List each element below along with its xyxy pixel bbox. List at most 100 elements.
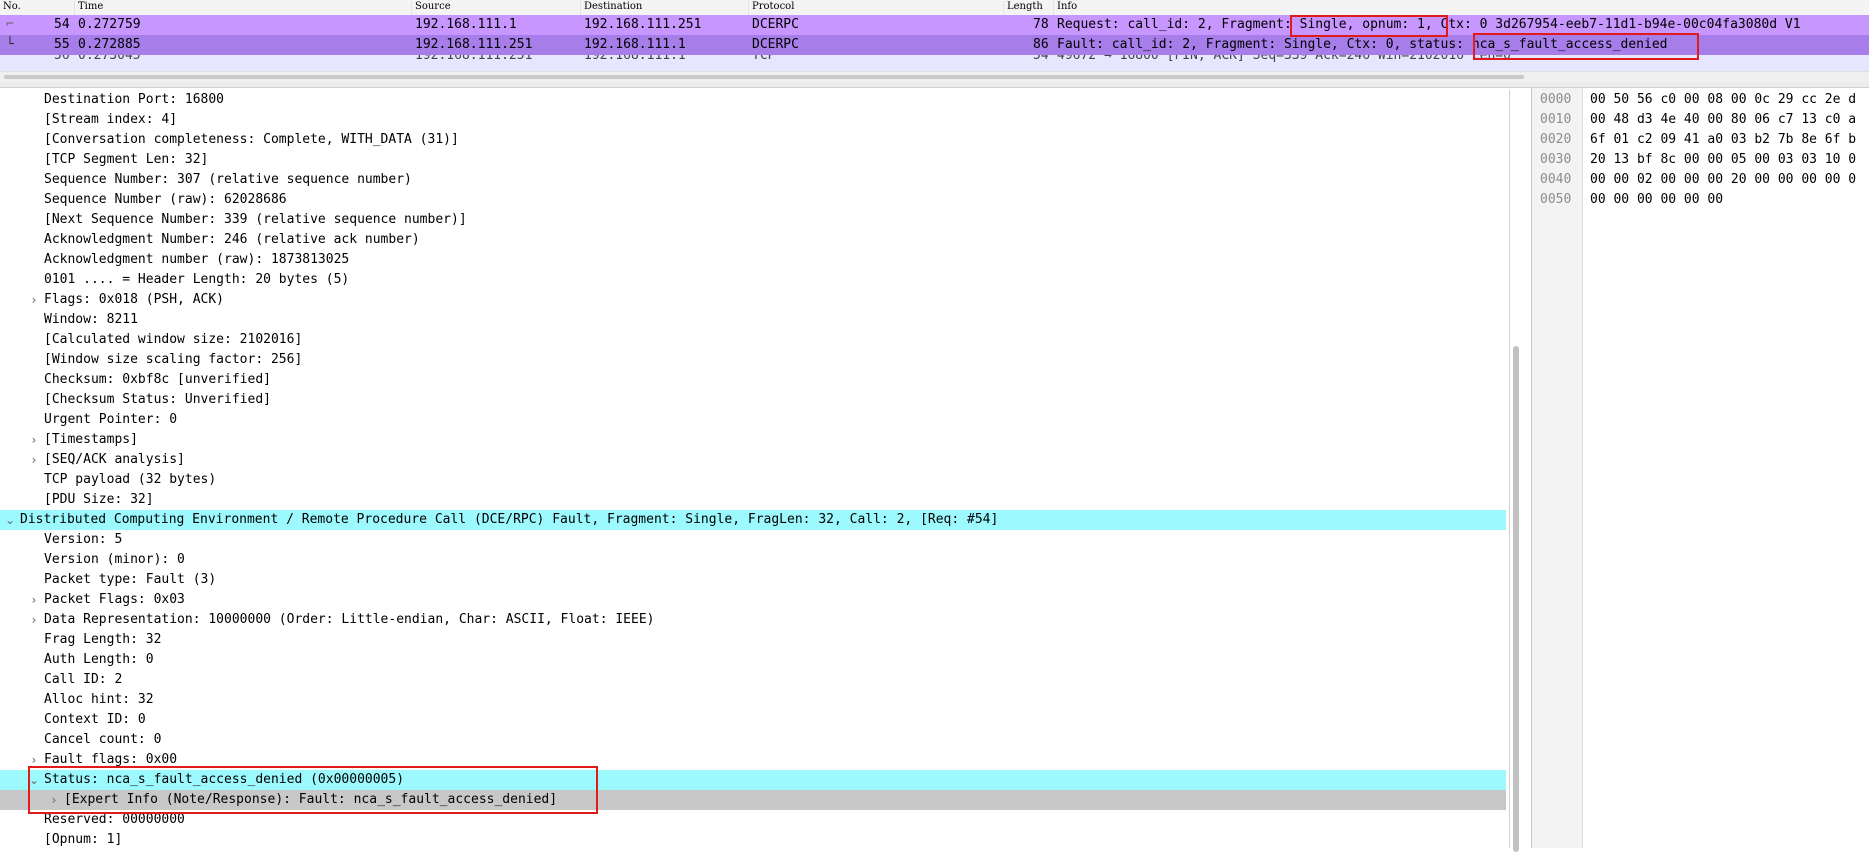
byte-hex-row[interactable]: 00 48 d3 4e 40 00 80 06 c7 13 c0 a (1590, 110, 1856, 130)
col-header-no[interactable]: No. (0, 1, 74, 15)
detail-tree-item[interactable]: [Opnum: 1] (0, 830, 1506, 848)
detail-tree-item-label: [Expert Info (Note/Response): Fault: nca… (64, 792, 558, 807)
detail-tree-item[interactable]: TCP payload (32 bytes) (0, 470, 1506, 490)
detail-tree-item[interactable]: › [Expert Info (Note/Response): Fault: nc… (0, 790, 1506, 810)
chevron-right-icon[interactable]: › (28, 290, 40, 310)
detail-tree-item[interactable]: [TCP Segment Len: 32] (0, 150, 1506, 170)
detail-tree-item-label: [Calculated window size: 2102016] (44, 332, 303, 347)
detail-tree-item-label: Version (minor): 0 (44, 552, 185, 567)
detail-tree-item[interactable]: Cancel count: 0 (0, 730, 1506, 750)
chevron-right-icon[interactable]: › (28, 750, 40, 770)
byte-offset: 0040 (1540, 172, 1572, 187)
detail-tree-item-label: Sequence Number (raw): 62028686 (44, 192, 287, 207)
detail-tree-item[interactable]: Version (minor): 0 (0, 550, 1506, 570)
col-header-time[interactable]: Time (74, 1, 411, 15)
packet-info: Fault: call_id: 2, Fragment: Single, Ctx… (1057, 37, 1668, 52)
chevron-right-icon[interactable]: › (48, 790, 60, 810)
detail-tree-item[interactable]: › Flags: 0x018 (PSH, ACK) (0, 290, 1506, 310)
byte-offset: 0010 (1540, 112, 1572, 127)
detail-tree-item[interactable]: Acknowledgment Number: 246 (relative ack… (0, 230, 1506, 250)
byte-offset: 0020 (1540, 132, 1572, 147)
detail-tree-item[interactable]: [Calculated window size: 2102016] (0, 330, 1506, 350)
byte-hex-row[interactable]: 00 00 02 00 00 00 20 00 00 00 00 0 (1590, 170, 1856, 190)
detail-tree-item-label: [Next Sequence Number: 339 (relative seq… (44, 212, 467, 227)
detail-tree-item-label: Call ID: 2 (44, 672, 123, 687)
detail-tree-item[interactable]: › Data Representation: 10000000 (Order: L… (0, 610, 1506, 630)
packet-destination: 192.168.111.251 (584, 17, 702, 32)
byte-hex-row[interactable]: 00 50 56 c0 00 08 00 0c 29 cc 2e d (1590, 90, 1856, 110)
detail-tree-item[interactable]: › Packet Flags: 0x03 (0, 590, 1506, 610)
detail-tree-item[interactable]: Alloc hint: 32 (0, 690, 1506, 710)
detail-tree-item-label: Urgent Pointer: 0 (44, 412, 178, 427)
detail-tree-item[interactable]: › [SEQ/ACK analysis] (0, 450, 1506, 470)
detail-tree-item[interactable]: [Next Sequence Number: 339 (relative seq… (0, 210, 1506, 230)
detail-tree-item[interactable]: Version: 5 (0, 530, 1506, 550)
col-header-length[interactable]: Length (1003, 1, 1053, 15)
packet-bytes-pane[interactable]: 0000 00 50 56 c0 00 08 00 0c 29 cc 2e d 00… (1531, 88, 1869, 848)
packet-info: 49672 → 16800 [FIN, ACK] Seq=339 Ack=246… (1057, 55, 1511, 63)
detail-tree-item[interactable]: [PDU Size: 32] (0, 490, 1506, 510)
byte-hex-row[interactable]: 00 00 00 00 00 00 (1590, 190, 1723, 210)
chevron-down-icon[interactable]: ⌄ (4, 510, 16, 530)
detail-tree-item-label: [Timestamps] (44, 432, 138, 447)
packet-protocol: TCP (752, 55, 776, 63)
detail-tree-item[interactable]: 0101 .... = Header Length: 20 bytes (5) (0, 270, 1506, 290)
detail-tree-item[interactable]: [Checksum Status: Unverified] (0, 390, 1506, 410)
detail-tree-item[interactable]: Window: 8211 (0, 310, 1506, 330)
detail-tree-item[interactable]: ⌄ Distributed Computing Environment / Rem… (0, 510, 1506, 530)
detail-tree-item-label: Reserved: 00000000 (44, 812, 185, 827)
detail-tree-item[interactable]: › [Timestamps] (0, 430, 1506, 450)
packet-list-header: No. Time Source Destination Protocol Len… (0, 0, 1869, 16)
detail-tree-item-label: Version: 5 (44, 532, 123, 547)
chevron-right-icon[interactable]: › (28, 430, 40, 450)
detail-tree-item-label: Frag Length: 32 (44, 632, 162, 647)
detail-tree-item[interactable]: [Stream index: 4] (0, 110, 1506, 130)
byte-hex-row[interactable]: 20 13 bf 8c 00 00 05 00 03 03 10 0 (1590, 150, 1856, 170)
packet-row[interactable]: 56 0.273045 192.168.111.251 192.168.111.… (0, 55, 1869, 71)
col-header-protocol[interactable]: Protocol (748, 1, 1003, 15)
detail-tree-item[interactable]: ⌄ Status: nca_s_fault_access_denied (0x00… (0, 770, 1506, 790)
detail-tree-item-label: Checksum: 0xbf8c [unverified] (44, 372, 271, 387)
detail-tree-item[interactable]: Checksum: 0xbf8c [unverified] (0, 370, 1506, 390)
detail-tree-item[interactable]: Reserved: 00000000 (0, 810, 1506, 830)
detail-tree-item[interactable]: › Fault flags: 0x00 (0, 750, 1506, 770)
byte-offset: 0030 (1540, 152, 1572, 167)
detail-tree-item-label: Flags: 0x018 (PSH, ACK) (44, 292, 225, 307)
details-vertical-scrollbar[interactable] (1509, 90, 1523, 852)
detail-tree-item[interactable]: Context ID: 0 (0, 710, 1506, 730)
col-header-destination[interactable]: Destination (580, 1, 748, 15)
detail-tree-item[interactable]: Sequence Number (raw): 62028686 (0, 190, 1506, 210)
packet-row[interactable]: ⌐ 54 0.272759 192.168.111.1 192.168.111.… (0, 15, 1869, 35)
detail-tree-item-label: [Conversation completeness: Complete, WI… (44, 132, 459, 147)
col-header-info[interactable]: Info (1053, 1, 1869, 15)
scrollbar-thumb[interactable] (1513, 346, 1519, 852)
detail-tree-item[interactable]: Packet type: Fault (3) (0, 570, 1506, 590)
chevron-right-icon[interactable]: › (28, 450, 40, 470)
byte-hex-row[interactable]: 6f 01 c2 09 41 a0 03 b2 7b 8e 6f b (1590, 130, 1856, 150)
col-header-source[interactable]: Source (411, 1, 580, 15)
detail-tree-item[interactable]: Auth Length: 0 (0, 650, 1506, 670)
scrollbar-thumb[interactable] (4, 75, 1524, 79)
detail-tree-item-label: Fault flags: 0x00 (44, 752, 178, 767)
packet-row-selected[interactable]: └ 55 0.272885 192.168.111.251 192.168.11… (0, 35, 1869, 55)
detail-tree-item[interactable]: Sequence Number: 307 (relative sequence … (0, 170, 1506, 190)
detail-tree-item-label: [Window size scaling factor: 256] (44, 352, 303, 367)
detail-tree-item[interactable]: Call ID: 2 (0, 670, 1506, 690)
byte-offset: 0050 (1540, 192, 1572, 207)
chevron-down-icon[interactable]: ⌄ (28, 770, 40, 790)
detail-tree-item[interactable]: Destination Port: 16800 (0, 90, 1506, 110)
chevron-right-icon[interactable]: › (28, 590, 40, 610)
chevron-right-icon[interactable]: › (28, 610, 40, 630)
detail-tree-item[interactable]: Acknowledgment number (raw): 1873813025 (0, 250, 1506, 270)
packet-destination: 192.168.111.1 (584, 55, 686, 63)
detail-tree-item[interactable]: Urgent Pointer: 0 (0, 410, 1506, 430)
detail-tree-item-label: [Opnum: 1] (44, 832, 123, 847)
detail-tree-item-label: [SEQ/ACK analysis] (44, 452, 185, 467)
detail-tree-item[interactable]: Frag Length: 32 (0, 630, 1506, 650)
packet-list[interactable]: No. Time Source Destination Protocol Len… (0, 0, 1869, 83)
detail-tree-item-label: 0101 .... = Header Length: 20 bytes (5) (44, 272, 350, 287)
detail-tree-item-label: Sequence Number: 307 (relative sequence … (44, 172, 412, 187)
detail-tree-item[interactable]: [Window size scaling factor: 256] (0, 350, 1506, 370)
packet-details-tree[interactable]: Destination Port: 16800 [Stream index: 4]… (0, 88, 1512, 848)
detail-tree-item[interactable]: [Conversation completeness: Complete, WI… (0, 130, 1506, 150)
